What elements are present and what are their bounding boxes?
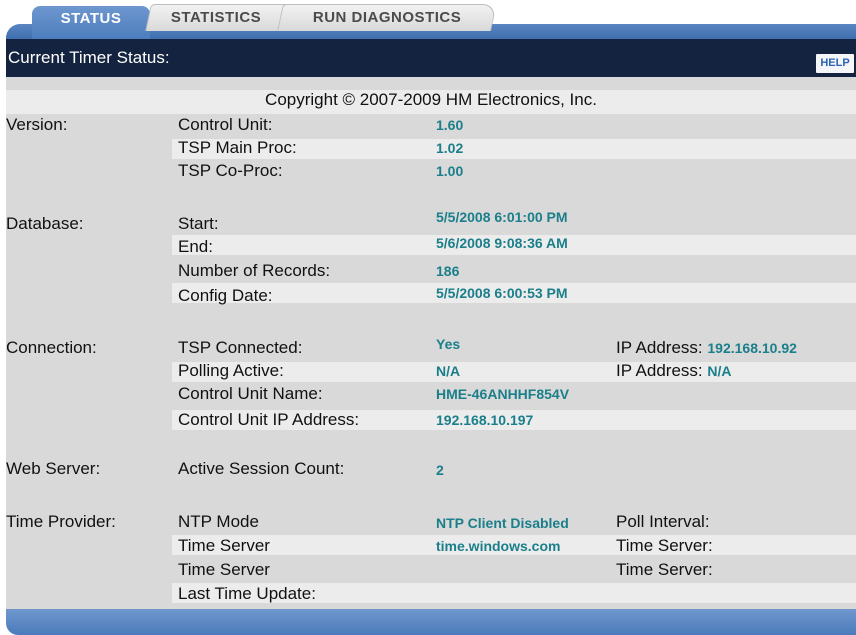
- connection-section-label: Connection:: [6, 338, 97, 357]
- tsp-connected-value: Yes: [436, 336, 461, 352]
- ip-address-2-label: IP Address:: [616, 361, 703, 380]
- db-end-value: 5/6/2008 9:08:36 AM: [436, 235, 568, 251]
- ip-address-1: IP Address: 192.168.10.92: [616, 338, 797, 358]
- poll-interval-label: Poll Interval:: [616, 512, 710, 531]
- tsp-co-proc-label: TSP Co-Proc:: [178, 161, 283, 180]
- db-config-date-value: 5/5/2008 6:00:53 PM: [436, 285, 568, 301]
- ip-address-1-label: IP Address:: [616, 338, 703, 357]
- tsp-main-proc-label: TSP Main Proc:: [178, 138, 297, 157]
- web-server-section-label: Web Server:: [6, 459, 101, 478]
- tab-status[interactable]: STATUS: [32, 6, 150, 39]
- tab-statistics[interactable]: STATISTICS: [145, 4, 287, 31]
- tab-bar: STATUS STATISTICS RUN DIAGNOSTICS: [6, 0, 856, 39]
- db-records-value: 186: [436, 263, 460, 279]
- tab-run-diagnostics-label: RUN DIAGNOSTICS: [312, 9, 462, 26]
- db-end-label: End:: [178, 237, 213, 256]
- time-server-1-value: time.windows.com: [436, 538, 561, 554]
- footer-bar: [6, 609, 856, 635]
- ip-address-1-value: 192.168.10.92: [707, 340, 797, 356]
- tsp-main-proc-value: 1.02: [436, 140, 464, 156]
- help-button[interactable]: HELP: [816, 54, 854, 73]
- ip-address-2-value: N/A: [707, 363, 732, 379]
- status-page: STATUS STATISTICS RUN DIAGNOSTICS Curren…: [6, 0, 856, 635]
- db-config-date-label: Config Date:: [178, 286, 273, 305]
- db-start-label: Start:: [178, 214, 219, 233]
- control-unit-name-value: HME-46ANHHF854V: [436, 386, 570, 402]
- tab-run-diagnostics[interactable]: RUN DIAGNOSTICS: [277, 4, 497, 31]
- control-unit-name-label: Control Unit Name:: [178, 384, 323, 403]
- database-section-label: Database:: [6, 214, 84, 233]
- ntp-mode-value: NTP Client Disabled: [436, 515, 569, 531]
- active-session-count-value: 2: [436, 462, 444, 478]
- time-server-2-right-label: Time Server:: [616, 560, 713, 579]
- polling-active-label: Polling Active:: [178, 361, 284, 380]
- time-server-1-right-label: Time Server:: [616, 536, 713, 555]
- page-title: Current Timer Status:: [8, 48, 170, 67]
- last-time-update-label: Last Time Update:: [178, 584, 316, 603]
- db-start-value: 5/5/2008 6:01:00 PM: [436, 209, 568, 225]
- ip-address-2: IP Address: N/A: [616, 361, 732, 381]
- active-session-count-label: Active Session Count:: [178, 459, 345, 478]
- tsp-co-proc-value: 1.00: [436, 163, 464, 179]
- tsp-connected-label: TSP Connected:: [178, 338, 303, 357]
- status-header: Current Timer Status: HELP: [6, 39, 856, 77]
- status-panel: Copyright © 2007-2009 HM Electronics, In…: [6, 77, 856, 609]
- time-server-2-label: Time Server: [178, 560, 270, 579]
- time-provider-section-label: Time Provider:: [6, 512, 116, 531]
- tab-statistics-label: STATISTICS: [170, 9, 262, 26]
- db-records-label: Number of Records:: [178, 261, 331, 280]
- control-unit-label: Control Unit:: [178, 115, 273, 134]
- control-unit-value: 1.60: [436, 117, 464, 133]
- copyright-text: Copyright © 2007-2009 HM Electronics, In…: [265, 90, 597, 109]
- time-server-1-label: Time Server: [178, 536, 270, 555]
- ntp-mode-label: NTP Mode: [178, 512, 259, 531]
- polling-active-value: N/A: [436, 363, 461, 379]
- version-section-label: Version:: [6, 115, 68, 134]
- control-unit-ip-label: Control Unit IP Address:: [178, 410, 360, 429]
- control-unit-ip-value: 192.168.10.197: [436, 412, 534, 428]
